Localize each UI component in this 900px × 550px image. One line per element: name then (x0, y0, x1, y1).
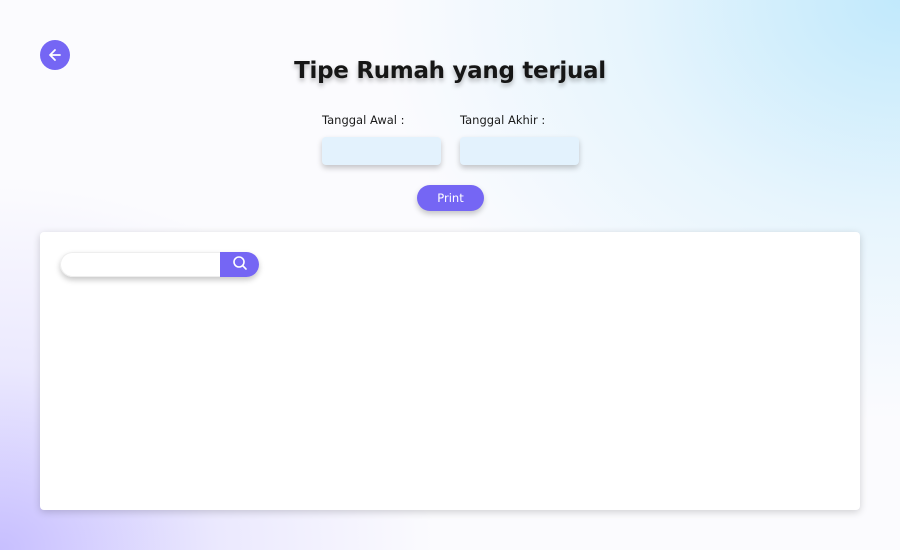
start-date-group: Tanggal Awal : (322, 113, 441, 165)
end-date-group: Tanggal Akhir : (460, 113, 579, 165)
search-button[interactable] (220, 252, 259, 277)
search-icon (232, 255, 248, 274)
end-date-label: Tanggal Akhir : (460, 113, 546, 127)
search-bar (60, 252, 259, 277)
data-table-panel (40, 232, 860, 510)
start-date-input[interactable] (322, 137, 441, 165)
page-title: Tipe Rumah yang terjual (294, 58, 606, 84)
start-date-label: Tanggal Awal : (322, 113, 405, 127)
print-button[interactable]: Print (417, 185, 484, 211)
search-input[interactable] (60, 252, 220, 277)
end-date-input[interactable] (460, 137, 579, 165)
